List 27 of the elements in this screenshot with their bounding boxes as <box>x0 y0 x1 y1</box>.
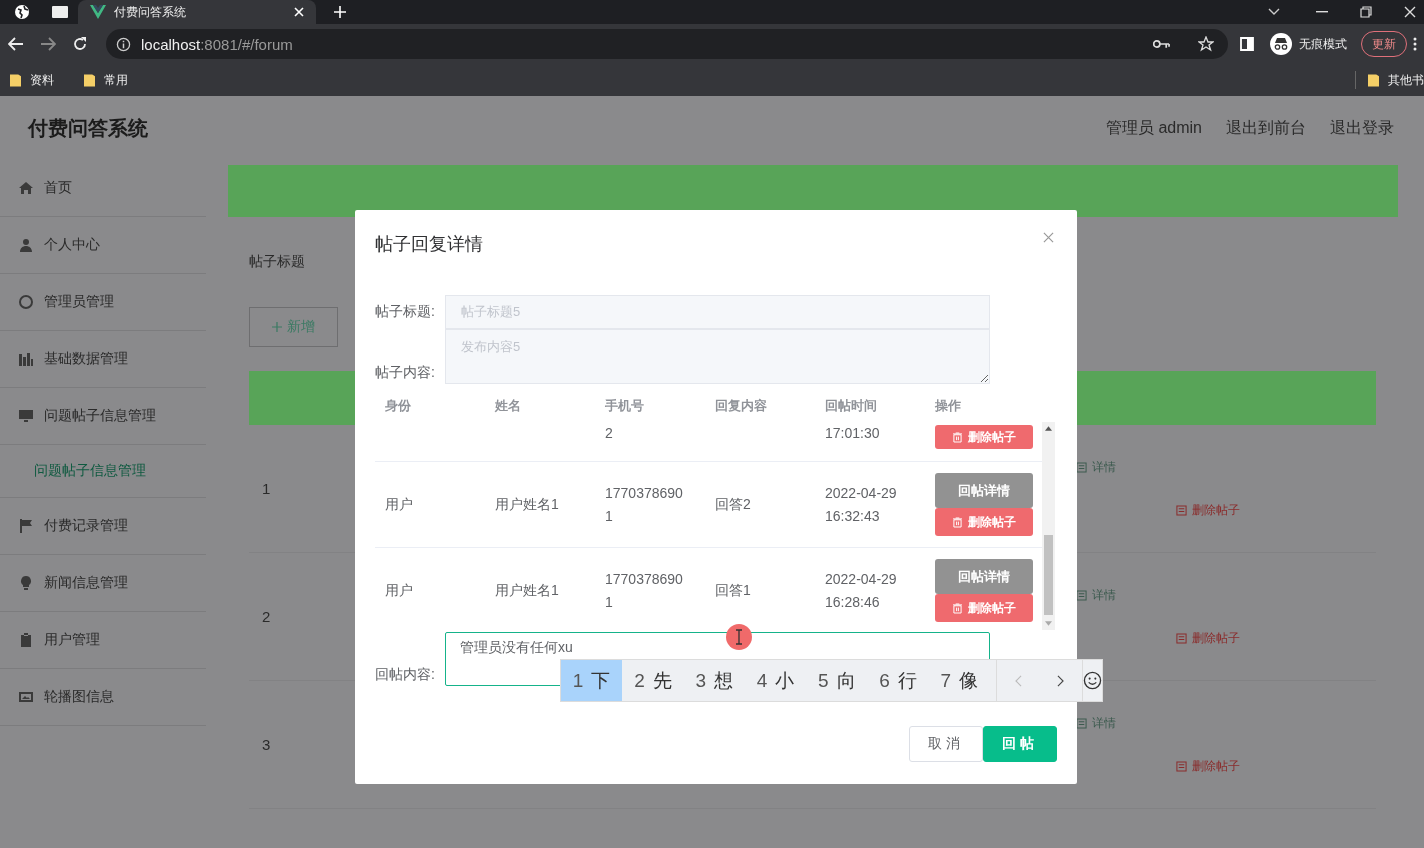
column-header: 身份 <box>384 397 412 415</box>
table-cell: 回答2 <box>715 496 751 512</box>
table-cell: 回答1 <box>715 582 751 598</box>
dialog-title: 帖子回复详情 <box>375 233 483 256</box>
table-cell-text: 1 <box>262 480 272 497</box>
table-cell: 用户姓名1 <box>495 496 559 512</box>
field-label: 帖子标题: <box>375 303 436 321</box>
column-header: 姓名 <box>494 397 522 415</box>
table-cell-text: 17703786901 <box>605 483 684 526</box>
field-label: 回帖内容: <box>375 666 436 684</box>
table-cell-text: 2 <box>605 424 614 443</box>
column-header: 回帖时间 <box>824 397 878 415</box>
table-cell-text: 2022-04-29 16:32:43 <box>825 483 898 526</box>
search-label: 帖子标题 <box>249 253 305 271</box>
table-cell-text: 17703786901 <box>605 569 684 612</box>
table-cell: 用户 <box>385 582 413 598</box>
table-cell-text: 3 <box>262 736 272 753</box>
table-cell: 用户 <box>385 496 413 512</box>
app-title: 付费问答系统 <box>28 115 148 141</box>
column-header: 回复内容 <box>714 397 768 415</box>
table-cell-text: 17:01:30 <box>825 424 881 443</box>
table-cell-text: 2022-04-29 16:28:46 <box>825 569 898 612</box>
table-cell-text: 2 <box>262 608 272 625</box>
column-header: 操作 <box>934 397 962 415</box>
column-header: 手机号 <box>604 397 645 415</box>
table-cell: 用户姓名1 <box>495 582 559 598</box>
field-label: 帖子内容: <box>375 364 436 382</box>
